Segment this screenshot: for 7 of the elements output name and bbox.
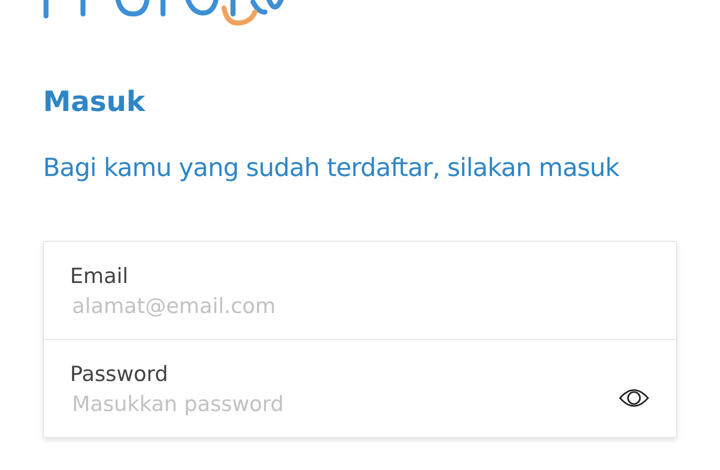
field-label: Email <box>70 264 130 288</box>
subtitle-text: Bagi kamu yang sudah terdaftar, silakan masuk <box>43 152 620 184</box>
page-heading: Masuk <box>43 84 146 120</box>
eye-icon[interactable] <box>618 388 650 408</box>
email-field[interactable]: alamat@email.com <box>70 294 472 318</box>
field-label: Password <box>70 362 170 386</box>
password-field[interactable]: Masukkan password <box>70 392 472 416</box>
